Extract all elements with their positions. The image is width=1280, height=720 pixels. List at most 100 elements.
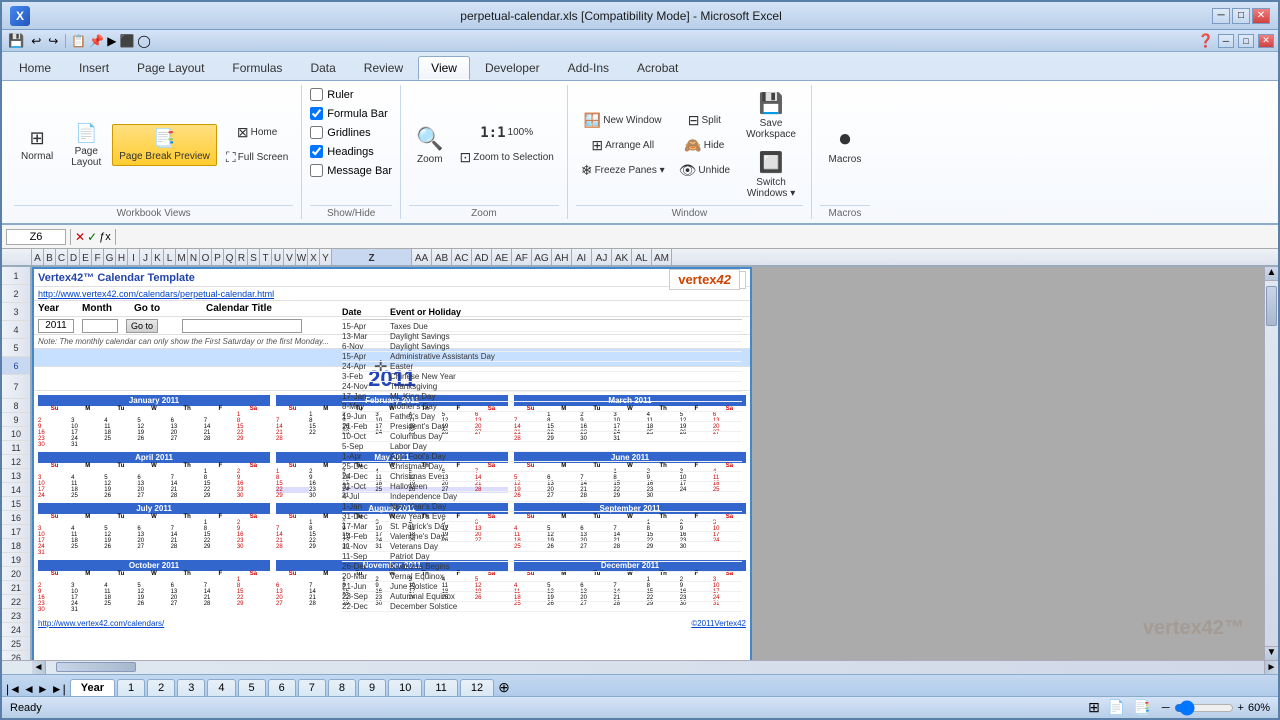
col-header-ai[interactable]: AI [572, 249, 592, 265]
col-header-y[interactable]: Y [320, 249, 332, 265]
footer-link-left[interactable]: http://www.vertex42.com/calendars/ [38, 619, 164, 628]
zoom-in-button[interactable]: + [1238, 702, 1244, 714]
scroll-right-button[interactable]: ► [1264, 661, 1278, 674]
redo-qat-button[interactable]: ↪ [46, 33, 60, 49]
headings-checkbox-label[interactable]: Headings [310, 144, 373, 159]
col-header-v[interactable]: V [284, 249, 296, 265]
ruler-checkbox[interactable] [310, 88, 323, 101]
formula-input[interactable] [120, 231, 1274, 243]
normal-view-status-button[interactable]: ⊞ [1085, 698, 1103, 717]
page-layout-status-button[interactable]: 📄 [1105, 698, 1128, 717]
col-header-h[interactable]: H [116, 249, 128, 265]
zoom-button[interactable]: 🔍 Zoom [409, 122, 450, 169]
col-header-af[interactable]: AF [512, 249, 532, 265]
tab-8[interactable]: 8 [328, 679, 356, 696]
cancel-formula-button[interactable]: ✕ [75, 230, 85, 244]
tab-add-ins[interactable]: Add-Ins [555, 56, 622, 80]
run-qat-button[interactable]: ▶ [107, 34, 116, 48]
row-header-20[interactable]: 20 [2, 567, 30, 581]
tab-review[interactable]: Review [351, 56, 416, 80]
col-header-g[interactable]: G [104, 249, 116, 265]
footer-link-right[interactable]: ©2011Vertex42 [691, 619, 746, 628]
horizontal-scrollbar[interactable]: ◄ ► [2, 660, 1278, 674]
col-header-a[interactable]: A [32, 249, 44, 265]
tab-home[interactable]: Home [6, 56, 64, 80]
formula-bar-checkbox[interactable] [310, 107, 323, 120]
row-header-17[interactable]: 17 [2, 525, 30, 539]
calendar-title-input[interactable] [182, 319, 302, 333]
switch-windows-button[interactable]: 🔲 SwitchWindows ▾ [739, 146, 803, 203]
tab-nav-prev[interactable]: ◄ [23, 682, 35, 696]
insert-function-button[interactable]: ƒx [99, 231, 111, 243]
col-header-q[interactable]: Q [224, 249, 236, 265]
tab-5[interactable]: 5 [238, 679, 266, 696]
tab-6[interactable]: 6 [268, 679, 296, 696]
save-workspace-button[interactable]: 💾 SaveWorkspace [739, 87, 803, 144]
hscroll-thumb[interactable] [56, 662, 136, 672]
year-input[interactable] [38, 319, 74, 333]
vertical-scrollbar[interactable]: ▲ ▼ [1264, 267, 1278, 660]
col-header-u[interactable]: U [272, 249, 284, 265]
scroll-thumb[interactable] [1266, 286, 1277, 326]
row-header-23[interactable]: 23 [2, 609, 30, 623]
tab-formulas[interactable]: Formulas [219, 56, 295, 80]
row-header-10[interactable]: 10 [2, 427, 30, 441]
arrange-all-button[interactable]: ⊞ Arrange All [576, 134, 670, 157]
tab-10[interactable]: 10 [388, 679, 422, 696]
undo-qat-button[interactable]: ↩ [29, 33, 43, 49]
unhide-button[interactable]: 👁 Unhide [674, 159, 735, 182]
scroll-down-button[interactable]: ▼ [1265, 646, 1278, 660]
col-header-m[interactable]: M [176, 249, 188, 265]
row-header-18[interactable]: 18 [2, 539, 30, 553]
row-header-6[interactable]: 6 [2, 357, 30, 375]
col-header-p[interactable]: P [212, 249, 224, 265]
col-header-ad[interactable]: AD [472, 249, 492, 265]
row-header-26[interactable]: 26 [2, 651, 30, 660]
tab-year[interactable]: Year [70, 679, 115, 696]
row-header-7[interactable]: 7 [2, 375, 30, 399]
zoom-slider[interactable] [1174, 700, 1234, 716]
tab-2[interactable]: 2 [147, 679, 175, 696]
tab-nav-last[interactable]: ►| [51, 682, 66, 696]
save-qat-button[interactable]: 💾 [6, 32, 26, 50]
close-button[interactable]: ✕ [1252, 8, 1270, 24]
col-header-z[interactable]: Z [332, 249, 412, 265]
shapes-qat-button[interactable]: ◯ [137, 34, 150, 48]
enter-formula-button[interactable]: ✓ [87, 230, 97, 244]
tab-9[interactable]: 9 [358, 679, 386, 696]
stop-qat-button[interactable]: ⬛ [119, 34, 134, 48]
hscroll-track[interactable] [46, 661, 1264, 674]
col-header-s[interactable]: S [248, 249, 260, 265]
col-header-e[interactable]: E [80, 249, 92, 265]
inner-close-button[interactable]: ✕ [1258, 34, 1274, 48]
col-header-j[interactable]: J [140, 249, 152, 265]
col-header-t[interactable]: T [260, 249, 272, 265]
full-screen-button[interactable]: ⛶ Full Screen [221, 146, 293, 169]
col-header-ag[interactable]: AG [532, 249, 552, 265]
page-layout-button[interactable]: 📄 PageLayout [64, 119, 108, 172]
col-header-c[interactable]: C [56, 249, 68, 265]
restore-button[interactable]: □ [1232, 8, 1250, 24]
freeze-panes-button[interactable]: ❄ Freeze Panes ▾ [576, 159, 670, 182]
zoom-out-button[interactable]: ─ [1162, 702, 1170, 714]
col-header-ac[interactable]: AC [452, 249, 472, 265]
inner-restore-button[interactable]: □ [1238, 34, 1254, 48]
col-header-w[interactable]: W [296, 249, 308, 265]
tab-4[interactable]: 4 [207, 679, 235, 696]
tab-developer[interactable]: Developer [472, 56, 553, 80]
headings-checkbox[interactable] [310, 145, 323, 158]
new-window-button[interactable]: 🪟 New Window [576, 109, 670, 132]
col-header-ae[interactable]: AE [492, 249, 512, 265]
cell-z2[interactable]: http://www.vertex42.com/calendars/perpet… [34, 289, 274, 299]
col-header-ak[interactable]: AK [612, 249, 632, 265]
inner-minimize-button[interactable]: ─ [1218, 34, 1234, 48]
tab-1[interactable]: 1 [117, 679, 145, 696]
tab-view[interactable]: View [418, 56, 470, 80]
col-header-ah[interactable]: AH [552, 249, 572, 265]
ruler-checkbox-label[interactable]: Ruler [310, 87, 353, 102]
month-input[interactable] [82, 319, 118, 333]
zoom-to-selection-button[interactable]: ⊡ Zoom to Selection [454, 146, 558, 169]
row-header-2[interactable]: 2 [2, 285, 30, 303]
col-header-am[interactable]: AM [652, 249, 672, 265]
scroll-track[interactable] [1265, 281, 1278, 646]
